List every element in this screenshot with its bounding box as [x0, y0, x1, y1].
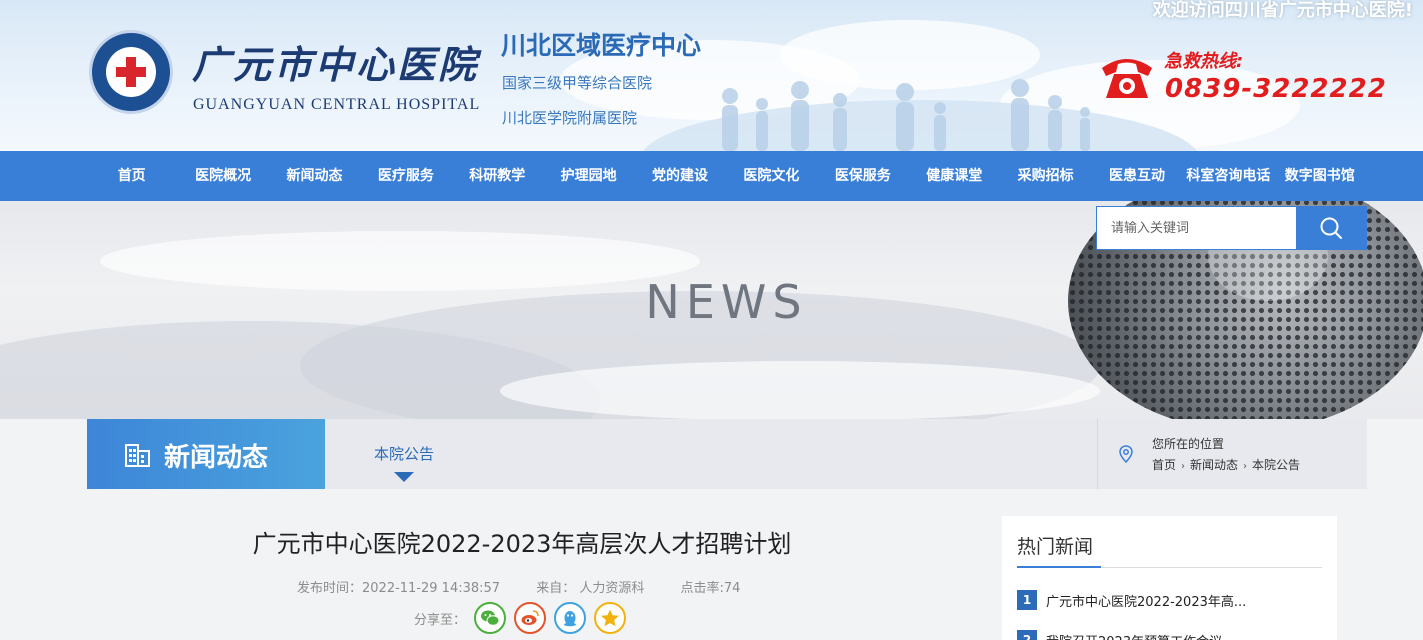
hot-news-divider-accent: [1017, 566, 1101, 568]
wechat-icon: [481, 610, 500, 626]
share-label: 分享至：: [414, 612, 467, 628]
share-bar: 分享至：: [414, 602, 634, 634]
section-bar: 新闻动态 本院公告 您所在的位置 首页 › 新闻动态 › 本院公告: [87, 419, 1367, 489]
nav-item-culture[interactable]: 医院文化: [726, 151, 817, 201]
breadcrumb-news[interactable]: 新闻动态: [1190, 458, 1238, 472]
section-title: 新闻动态: [164, 443, 269, 473]
share-weibo-button[interactable]: [514, 602, 547, 634]
search-button[interactable]: [1296, 206, 1366, 250]
hot-news-item[interactable]: 2 我院召开2023年预算工作会议: [1017, 630, 1222, 640]
location-block: 您所在的位置 首页 › 新闻动态 › 本院公告: [1097, 419, 1367, 489]
location-pin-icon: [1119, 445, 1133, 463]
hit-count: 点击率:74: [680, 581, 741, 596]
hospital-logo-icon[interactable]: [89, 30, 173, 114]
breadcrumb: 首页 › 新闻动态 › 本院公告: [1152, 456, 1300, 473]
article-title: 广元市中心医院2022-2023年高层次人才招聘计划: [252, 530, 792, 558]
hot-news-rank: 1: [1017, 590, 1037, 610]
search-box: [1096, 206, 1367, 250]
hospital-name-cn[interactable]: 广元市中心医院: [192, 34, 479, 89]
hospital-name-en: GUANGYUAN CENTRAL HOSPITAL: [193, 96, 481, 113]
nav-item-party[interactable]: 党的建设: [634, 151, 725, 201]
hotline-label: 急救热线:: [1164, 51, 1244, 72]
nav-item-insurance[interactable]: 医保服务: [817, 151, 908, 201]
slogan-line-2: 川北医学院附属医院: [502, 109, 638, 127]
hot-news-link[interactable]: 广元市中心医院2022-2023年高...: [1046, 591, 1246, 610]
hot-news-rank: 2: [1017, 630, 1037, 640]
hot-news-item[interactable]: 1 广元市中心医院2022-2023年高...: [1017, 590, 1246, 610]
breadcrumb-separator: ›: [1181, 461, 1186, 472]
nav-item-overview[interactable]: 医院概况: [177, 151, 268, 201]
nav-item-library[interactable]: 数字图书馆: [1274, 151, 1365, 201]
article-meta: 发布时间：2022-11-29 14:38:57 来自： 人力资源科 点击率:7…: [297, 577, 772, 596]
nav-item-health-class[interactable]: 健康课堂: [909, 151, 1000, 201]
qzone-star-icon: [601, 609, 620, 627]
qq-penguin-icon: [564, 611, 577, 627]
banner-mist: [500, 361, 1100, 419]
main-nav: 首页 医院概况 新闻动态 医疗服务 科研教学 护理园地 党的建设 医院文化 医保…: [0, 151, 1423, 201]
telephone-icon: [1102, 59, 1152, 98]
slogan-line-1: 国家三级甲等综合医院: [502, 74, 653, 92]
active-tab-indicator: [394, 472, 414, 482]
hot-news-link[interactable]: 我院召开2023年预算工作会议: [1046, 631, 1222, 640]
hot-news-title: 热门新闻: [1017, 536, 1094, 558]
nav-item-dept-phones[interactable]: 科室咨询电话: [1183, 151, 1274, 201]
nav-item-research[interactable]: 科研教学: [452, 151, 543, 201]
breadcrumb-home[interactable]: 首页: [1152, 458, 1176, 472]
section-title-block: 新闻动态: [87, 419, 325, 489]
logo-cross-horizontal: [116, 67, 146, 77]
welcome-text: 欢迎访问四川省广元市中心医院!: [1152, 0, 1413, 21]
nav-item-interaction[interactable]: 医患互动: [1091, 151, 1182, 201]
building-icon: [125, 444, 150, 467]
banner-news-word: NEWS: [645, 275, 808, 329]
article-area: 广元市中心医院2022-2023年高层次人才招聘计划 发布时间：2022-11-…: [87, 489, 987, 640]
site-header: 欢迎访问四川省广元市中心医院! 广元市中心医院 GUANGYUAN CENTRA…: [0, 0, 1423, 151]
hotline-number: 0839-3222222: [1165, 74, 1387, 104]
search-icon: [1320, 217, 1342, 239]
tab-hospital-announcements[interactable]: 本院公告: [374, 443, 434, 464]
nav-list: 首页 医院概况 新闻动态 医疗服务 科研教学 护理园地 党的建设 医院文化 医保…: [86, 151, 1366, 201]
breadcrumb-announcements[interactable]: 本院公告: [1252, 458, 1300, 472]
family-silhouette-illustration: [722, 79, 1090, 151]
nav-item-medical-services[interactable]: 医疗服务: [360, 151, 451, 201]
share-qzone-button[interactable]: [594, 602, 627, 634]
nav-item-procurement[interactable]: 采购招标: [1000, 151, 1091, 201]
breadcrumb-separator: ›: [1243, 461, 1248, 472]
share-wechat-button[interactable]: [474, 602, 507, 634]
slogan-main: 川北区域医疗中心: [501, 31, 702, 60]
weibo-icon: [521, 610, 539, 625]
nav-item-home[interactable]: 首页: [86, 151, 177, 201]
nav-item-news[interactable]: 新闻动态: [269, 151, 360, 201]
article-source: 来自： 人力资源科: [536, 581, 645, 596]
share-qq-button[interactable]: [554, 602, 587, 634]
hot-news-panel: 热门新闻 1 广元市中心医院2022-2023年高... 2 我院召开2023年…: [1002, 516, 1337, 640]
location-label: 您所在的位置: [1152, 437, 1225, 451]
logo-inner-circle: [106, 47, 156, 97]
nav-item-nursing[interactable]: 护理园地: [543, 151, 634, 201]
search-input[interactable]: [1097, 207, 1297, 249]
publish-time: 发布时间：2022-11-29 14:38:57: [297, 581, 501, 596]
